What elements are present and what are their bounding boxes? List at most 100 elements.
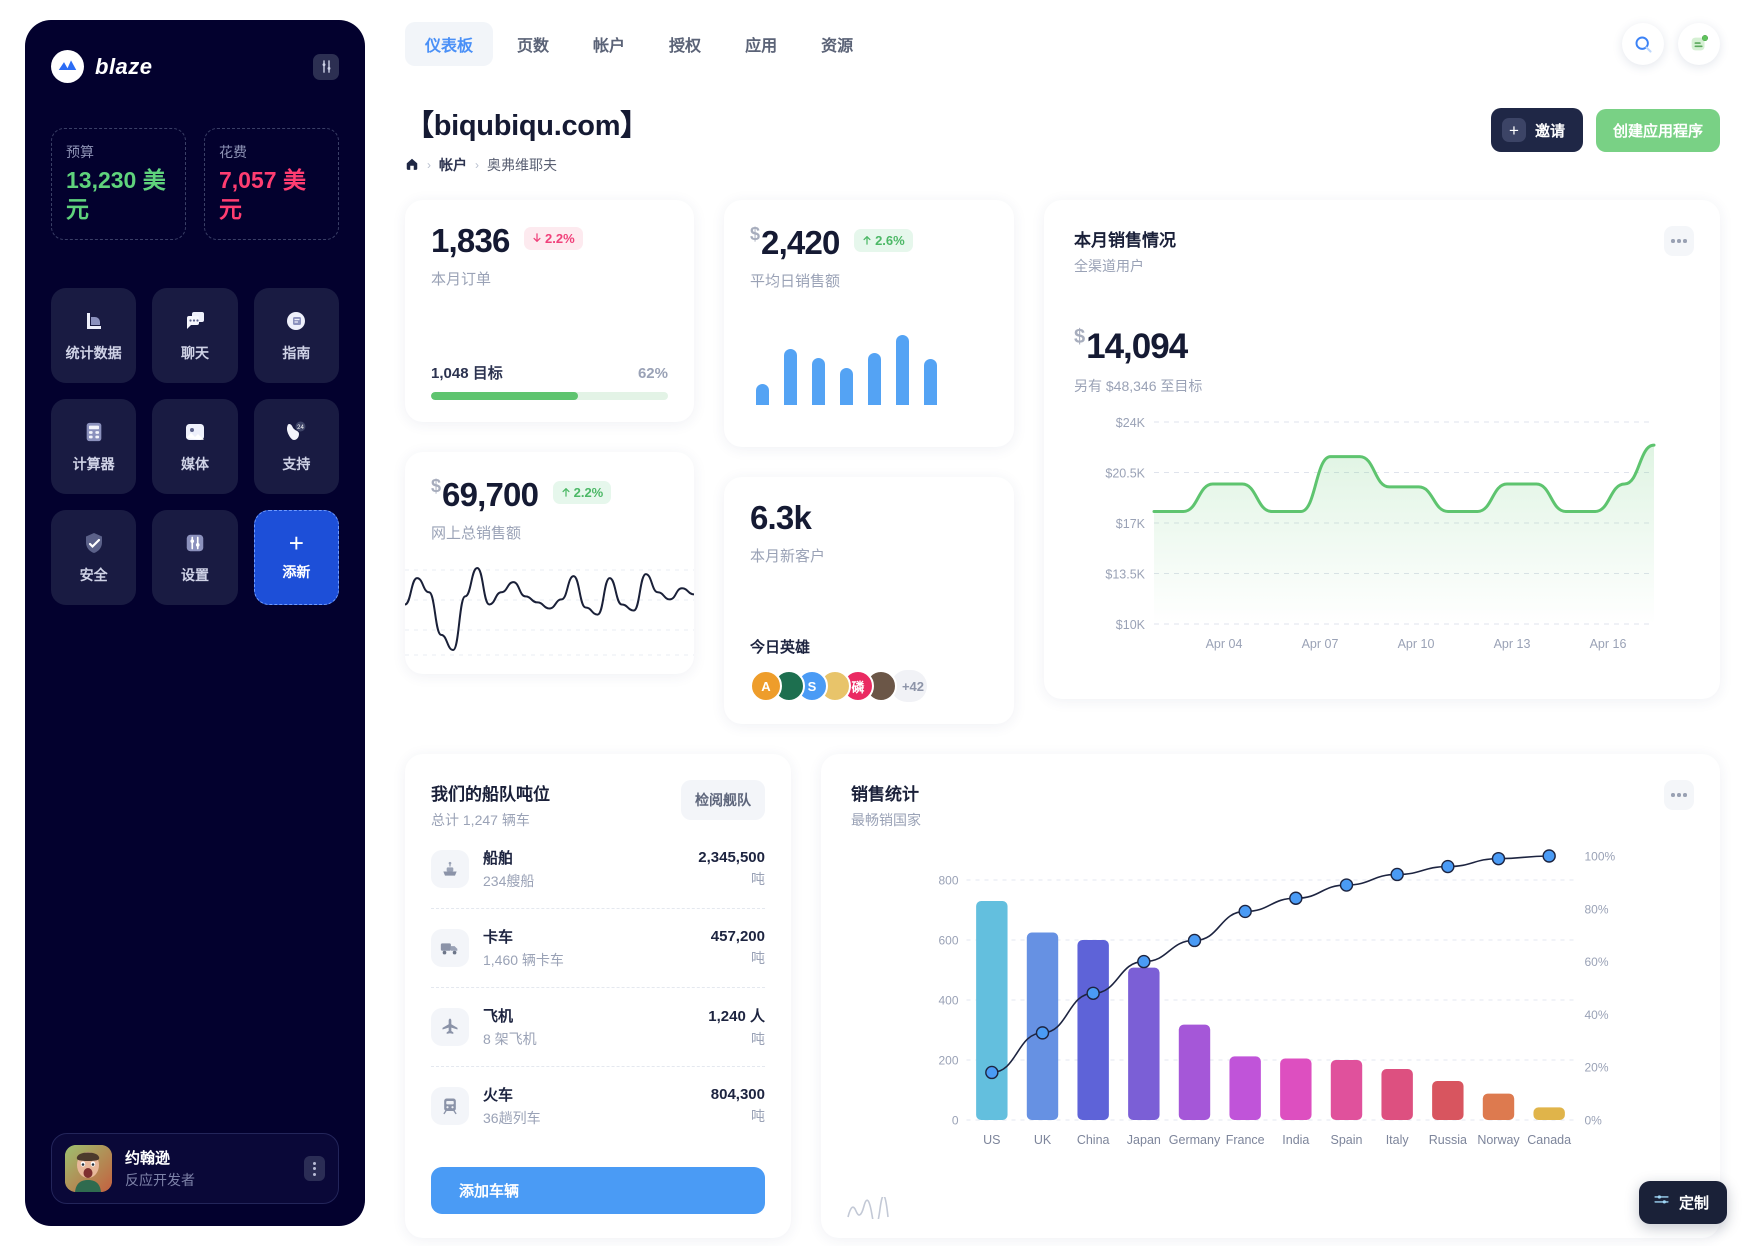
sidebar-item-guide[interactable]: 指南	[253, 287, 339, 383]
sidebar-item-add[interactable]: + 添新	[253, 509, 339, 605]
budget-label: 预算	[66, 144, 94, 160]
bar	[1280, 1058, 1312, 1120]
brand[interactable]: blaze	[51, 50, 153, 83]
breadcrumb-parent[interactable]: 帐户	[439, 155, 467, 175]
x-axis-tick-label: Apr 13	[1494, 637, 1531, 651]
avg-daily-value: 2,420	[761, 224, 840, 261]
breadcrumb: › 帐户 › 奥弗维耶夫	[405, 155, 649, 175]
customize-button[interactable]: 定制	[1638, 1181, 1727, 1224]
sidebar-item-media[interactable]: 媒体	[152, 398, 238, 494]
heroes-avatar-group[interactable]: A S 磷 +42	[750, 670, 988, 702]
sliders-icon[interactable]	[313, 53, 339, 80]
new-customers-card: 6.3k 本月新客户 今日英雄 A S 磷 +42	[724, 477, 1014, 724]
tab-pages[interactable]: 页数	[497, 22, 569, 66]
y-axis-tick-label: 400	[938, 994, 958, 1008]
sidebar-item-security[interactable]: 安全	[51, 509, 137, 605]
x-axis-tick-label: US	[983, 1133, 1000, 1147]
fleet-header: 我们的船队吨位 总计 1,247 辆车 检阅舰队	[431, 780, 765, 830]
sidebar-item-support[interactable]: 24 支持	[253, 398, 339, 494]
sidebar-user-card[interactable]: 约翰逊 反应开发者	[51, 1133, 339, 1204]
x-axis-tick-label: China	[1077, 1133, 1110, 1147]
tab-accounts[interactable]: 帐户	[573, 22, 645, 66]
y2-axis-tick-label: 40%	[1585, 1008, 1609, 1022]
guide-icon	[283, 308, 309, 334]
sidebar-item-settings[interactable]: 设置	[152, 509, 238, 605]
orders-progress-bar	[431, 392, 668, 400]
waveform-icon[interactable]	[847, 1195, 889, 1227]
kebab-menu-icon[interactable]	[1664, 780, 1694, 810]
spend-label: 花费	[219, 144, 247, 160]
fleet-row-unit: 吨	[751, 1031, 765, 1047]
fleet-row-value: 804,300	[710, 1086, 765, 1103]
mini-bar	[924, 359, 937, 405]
sidebar-user-text: 约翰逊 反应开发者	[125, 1147, 195, 1190]
app-root: blaze 预算 13,230 美元 花费 7,057 美元 统计数据 聊天 指…	[0, 0, 1753, 1246]
kpi-column-right: 本月销售情况 全渠道用户 $14,094 另有 $48,346 至目标 $24K…	[1044, 200, 1720, 724]
sidebar-item-label: 设置	[180, 566, 209, 583]
tab-resources[interactable]: 资源	[801, 22, 873, 66]
sidebar-item-calculator[interactable]: 计算器	[51, 398, 137, 494]
x-axis-tick-label: Germany	[1169, 1133, 1221, 1147]
fleet-row-value: 457,200	[710, 928, 765, 945]
bar	[1381, 1069, 1413, 1120]
month-sales-note: 另有 $48,346 至目标	[1074, 378, 1203, 394]
tab-apps[interactable]: 应用	[725, 22, 797, 66]
add-vehicle-button[interactable]: 添加车辆	[431, 1167, 765, 1214]
note-badge-icon[interactable]	[1678, 23, 1720, 65]
kebab-menu-icon[interactable]	[1664, 226, 1694, 256]
table-row[interactable]: 卡车 1,460 辆卡车 457,200 吨	[431, 909, 765, 988]
orders-change-value: 2.2%	[545, 230, 575, 246]
kebab-menu-icon[interactable]	[304, 1156, 325, 1181]
table-row[interactable]: 火车 36趟列车 804,300 吨	[431, 1067, 765, 1145]
data-point	[1137, 954, 1151, 969]
fleet-row-values: 804,300 吨	[711, 1086, 765, 1126]
x-axis-tick-label: Apr 16	[1590, 637, 1627, 651]
invite-button-label: 邀请	[1534, 122, 1565, 140]
invite-button[interactable]: + 邀请	[1490, 108, 1583, 152]
data-point	[1238, 904, 1252, 919]
currency-symbol: $	[1074, 326, 1086, 348]
sidebar-item-stats[interactable]: 统计数据	[51, 287, 137, 383]
table-row[interactable]: 飞机 8 架飞机 1,240 人吨	[431, 988, 765, 1067]
secondary-grid: 我们的船队吨位 总计 1,247 辆车 检阅舰队 船舶 234艘船 2,345,50…	[405, 754, 1720, 1238]
create-app-button[interactable]: 创建应用程序	[1595, 108, 1720, 152]
customize-icon	[1653, 1192, 1670, 1213]
sidebar-item-chat[interactable]: 聊天	[152, 287, 238, 383]
mini-bar	[896, 335, 909, 405]
search-icon[interactable]	[1622, 23, 1664, 65]
sidebar: blaze 预算 13,230 美元 花费 7,057 美元 统计数据 聊天 指…	[25, 20, 365, 1226]
y2-axis-tick-label: 80%	[1585, 902, 1609, 916]
avatar[interactable]: A	[750, 670, 782, 702]
orders-goal-row: 1,048 目标 62%	[431, 362, 668, 383]
data-point	[1390, 867, 1404, 882]
orders-value: 1,836	[431, 222, 510, 259]
data-point	[1035, 1026, 1050, 1040]
kpi-column-mid: $2,420 2.6% 平均日销售额 6.3k 本月新客户 今日英雄 A S 磷 +4…	[724, 200, 1014, 724]
sidebar-item-label: 媒体	[180, 455, 209, 472]
budget-value: 13,230 美元	[66, 167, 166, 222]
review-fleet-button[interactable]: 检阅舰队	[681, 780, 765, 820]
month-sales-value-row: $14,094	[1074, 326, 1690, 367]
fleet-row-text: 火车 36趟列车	[483, 1084, 541, 1128]
fleet-subtitle: 总计 1,247 辆车	[431, 812, 530, 828]
data-point	[1086, 986, 1100, 1000]
fleet-row-values: 1,240 人吨	[708, 1005, 765, 1049]
svg-text:24: 24	[297, 425, 304, 431]
tab-authorization[interactable]: 授权	[649, 22, 721, 66]
fleet-row-unit: 吨	[751, 871, 765, 887]
fleet-row-meta: 8 架飞机	[483, 1031, 537, 1047]
avg-daily-bar-chart	[750, 335, 988, 405]
sales-stats-card: 销售统计 最畅销国家 0 200 400 600 800 0% 20% 40% 60% 80% 10…	[821, 754, 1720, 1238]
tab-dashboard[interactable]: 仪表板	[405, 22, 494, 66]
orders-goal-label: 1,048 目标	[431, 365, 503, 382]
bar	[1432, 1081, 1464, 1120]
plus-icon: +	[288, 527, 304, 558]
avg-daily-card: $2,420 2.6% 平均日销售额	[724, 200, 1014, 447]
x-axis-tick-label: UK	[1034, 1133, 1052, 1147]
area-fill	[1154, 445, 1654, 624]
home-icon[interactable]	[405, 157, 419, 174]
y-axis-tick-label: $24K	[1116, 416, 1146, 430]
table-row[interactable]: 船舶 234艘船 2,345,500 吨	[431, 830, 765, 909]
total-sales-change-badge: 2.2%	[552, 480, 612, 504]
fleet-row-text: 飞机 8 架飞机	[483, 1005, 537, 1049]
